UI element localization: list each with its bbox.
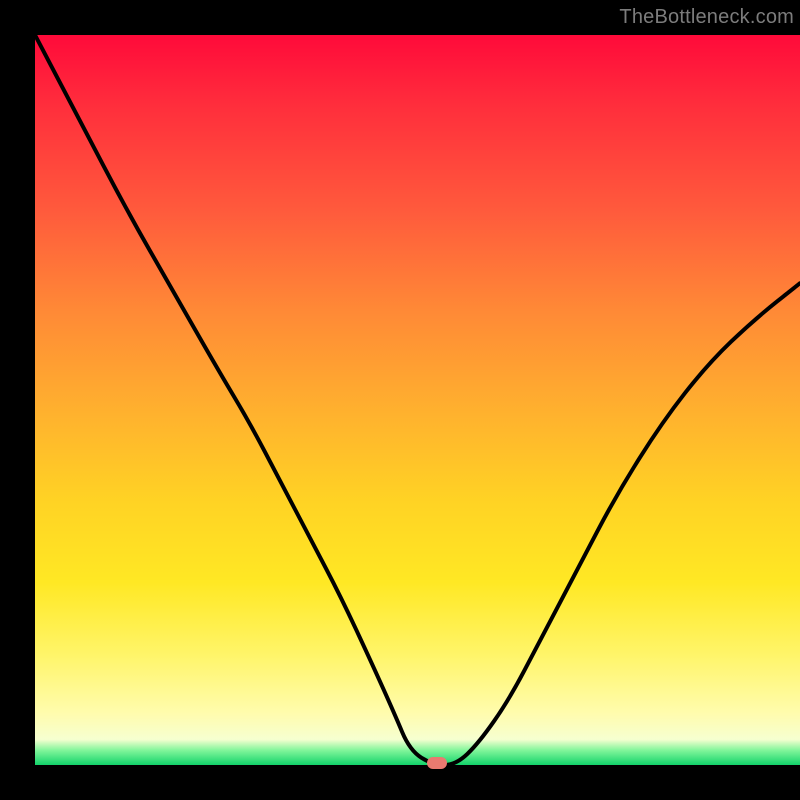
watermark-text: TheBottleneck.com xyxy=(619,6,794,29)
plot-area xyxy=(35,35,800,765)
bottleneck-curve xyxy=(35,35,800,765)
chart-frame: TheBottleneck.com xyxy=(0,0,800,800)
optimum-marker xyxy=(427,757,447,769)
